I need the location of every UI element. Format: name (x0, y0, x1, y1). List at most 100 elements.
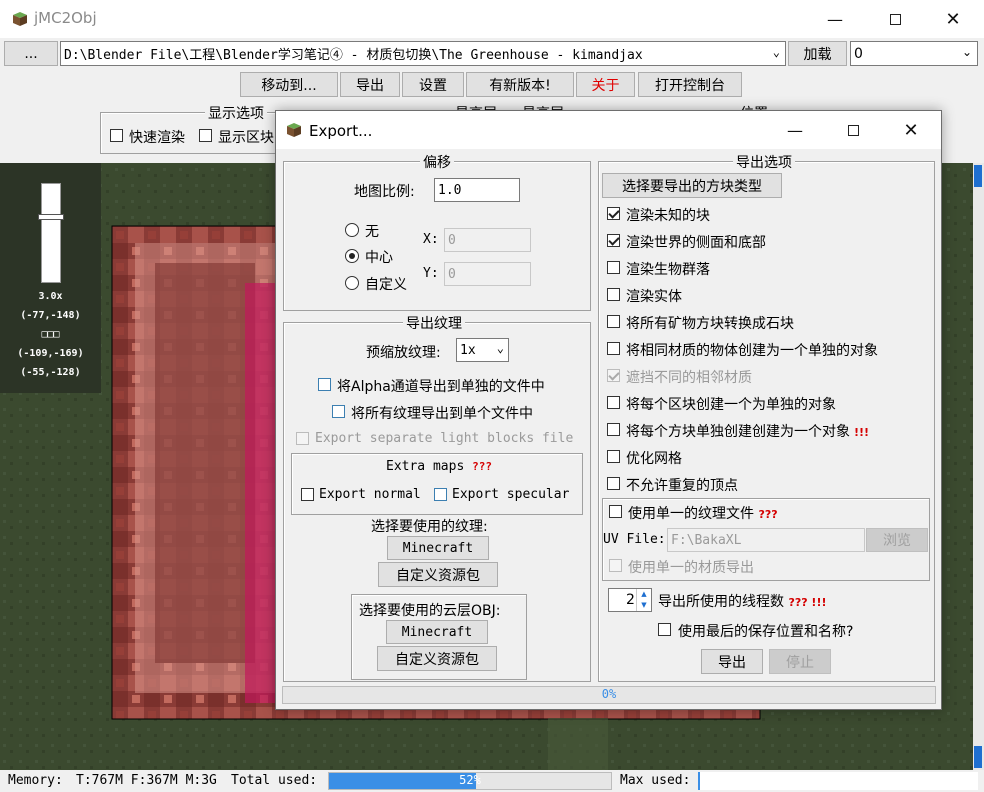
stop-button[interactable]: 停止 (769, 649, 831, 674)
offset-center-radio[interactable] (345, 249, 359, 263)
about-button[interactable]: 关于 (576, 72, 635, 97)
prescale-select[interactable]: 1x ⌄ (456, 338, 509, 362)
coord-display-2: (-109,-169) (17, 348, 84, 359)
option-label: 遮挡不同的相邻材质 (626, 367, 752, 387)
option-checkbox[interactable] (607, 477, 620, 490)
close-icon[interactable]: ✕ (930, 4, 976, 34)
zoom-slider-handle[interactable] (38, 214, 64, 220)
option-checkbox[interactable] (607, 315, 620, 328)
texture-minecraft-button[interactable]: Minecraft (387, 536, 489, 560)
scrollbar-thumb-top[interactable] (974, 165, 982, 187)
uv-file-value: F:\BakaXL (671, 532, 742, 548)
option-label-text: 将每个区块创建一个为单独的对象 (626, 397, 836, 413)
fast-render-label: 快速渲染 (129, 130, 185, 146)
option-label: 优化网格 (626, 448, 682, 468)
option-label: 渲染生物群落 (626, 259, 710, 279)
browse-button[interactable]: 浏览 (866, 528, 928, 552)
option-checkbox[interactable] (607, 396, 620, 409)
offset-custom-radio[interactable] (345, 276, 359, 290)
uv-file-input[interactable]: F:\BakaXL (667, 528, 865, 552)
all-single-checkbox[interactable] (332, 405, 345, 418)
dimension-value: 0 (854, 45, 863, 62)
cloud-custom-pack-button[interactable]: 自定义资源包 (377, 646, 497, 671)
dialog-close-icon[interactable]: ✕ (888, 115, 934, 145)
option-checkbox[interactable] (607, 234, 620, 247)
threads-value: 2 (626, 592, 635, 608)
option-label: 将每个方块单独创建创建为一个对象!!! (626, 421, 869, 441)
load-button[interactable]: 加载 (788, 41, 847, 66)
start-export-button[interactable]: 导出 (701, 649, 763, 674)
new-version-button[interactable]: 有新版本! (466, 72, 574, 97)
scrollbar-thumb-bottom[interactable] (974, 746, 982, 768)
zoom-slider[interactable] (38, 183, 64, 283)
map-scale-input[interactable]: 1.0 (434, 178, 520, 202)
option-label: 将所有矿物方块转换成石块 (626, 313, 794, 333)
option-label: 不允许重复的顶点 (626, 475, 738, 495)
option-label-text: 将相同材质的物体创建为一个单独的对象 (626, 343, 878, 359)
option-label: 渲染实体 (626, 286, 682, 306)
path-select[interactable]: D:\Blender File\工程\Blender学习笔记④ - 材质包切换\… (60, 41, 786, 66)
dialog-titlebar: Export... — ✕ (276, 111, 941, 149)
option-checkbox[interactable] (607, 288, 620, 301)
dialog-maximize-icon[interactable] (830, 115, 876, 145)
option-label-text: 不允许重复的顶点 (626, 478, 738, 494)
threads-text: 导出所使用的线程数 (658, 594, 784, 610)
export-progress-percent: 0% (601, 687, 617, 701)
option-label-text: 渲染世界的侧面和底部 (626, 235, 766, 251)
settings-button[interactable]: 设置 (402, 72, 464, 97)
maximize-icon[interactable] (872, 4, 918, 34)
option-checkbox[interactable] (607, 207, 620, 220)
option-checkbox[interactable] (607, 261, 620, 274)
option-checkbox[interactable] (607, 423, 620, 436)
prescale-value: 1x (460, 342, 476, 358)
light-blocks-checkbox[interactable] (296, 432, 309, 445)
move-to-button[interactable]: 移动到... (240, 72, 338, 97)
option-label-text: 将每个方块单独创建创建为一个对象 (626, 424, 850, 440)
option-label: 将相同材质的物体创建为一个单独的对象 (626, 340, 878, 360)
offset-y-input[interactable]: 0 (444, 262, 531, 286)
coord-separator: □□□ (41, 329, 60, 340)
window-title: jMC2Obj (34, 9, 97, 27)
offset-x-label: X: (423, 232, 439, 247)
offset-custom-label: 自定义 (365, 277, 407, 293)
alpha-separate-label: 将Alpha通道导出到单独的文件中 (337, 379, 545, 395)
option-checkbox[interactable] (607, 342, 620, 355)
light-blocks-label: Export separate light blocks file (315, 431, 574, 446)
path-browse-button[interactable]: ... (4, 41, 58, 66)
export-button[interactable]: 导出 (340, 72, 400, 97)
offset-center-label: 中心 (365, 250, 393, 266)
option-label-text: 渲染生物群落 (626, 262, 710, 278)
map-scrollbar[interactable] (973, 163, 984, 770)
offset-none-radio[interactable] (345, 223, 359, 237)
option-checkbox[interactable] (607, 450, 620, 463)
fast-render-checkbox[interactable] (110, 129, 123, 142)
show-chunks-checkbox[interactable] (199, 129, 212, 142)
minimize-icon[interactable]: — (812, 4, 858, 34)
single-texture-checkbox[interactable] (609, 505, 622, 518)
cloud-minecraft-button[interactable]: Minecraft (386, 620, 488, 644)
display-options-title: 显示选项 (205, 103, 267, 123)
extra-maps-warning: ??? (472, 460, 492, 473)
alpha-separate-checkbox[interactable] (318, 378, 331, 391)
option-label-text: 渲染实体 (626, 289, 682, 305)
spinner-arrows-icon[interactable]: ▲ ▼ (636, 589, 651, 611)
threads-spinner[interactable]: 2 ▲ ▼ (608, 588, 652, 612)
offset-x-input[interactable]: 0 (444, 228, 531, 252)
export-specular-checkbox[interactable] (434, 488, 447, 501)
zoom-level: 3.0x (38, 291, 63, 302)
offset-y-value: 0 (448, 266, 456, 282)
single-texture-text: 使用单一的纹理文件 (628, 506, 754, 522)
dimension-select[interactable]: 0 ⌄ (850, 41, 978, 66)
use-last-checkbox[interactable] (658, 623, 671, 636)
console-button[interactable]: 打开控制台 (638, 72, 742, 97)
map-scale-label: 地图比例: (354, 184, 415, 200)
choose-texture-label: 选择要使用的纹理: (371, 519, 488, 535)
export-normal-checkbox[interactable] (301, 488, 314, 501)
texture-custom-pack-button[interactable]: 自定义资源包 (378, 562, 498, 587)
single-texture-label: 使用单一的纹理文件 ??? (628, 503, 778, 523)
dialog-minimize-icon[interactable]: — (772, 115, 818, 145)
uv-file-label: UV File: (603, 532, 666, 547)
option-checkbox[interactable] (607, 369, 620, 382)
choose-blocks-button[interactable]: 选择要导出的方块类型 (602, 173, 782, 198)
single-material-checkbox[interactable] (609, 559, 622, 572)
